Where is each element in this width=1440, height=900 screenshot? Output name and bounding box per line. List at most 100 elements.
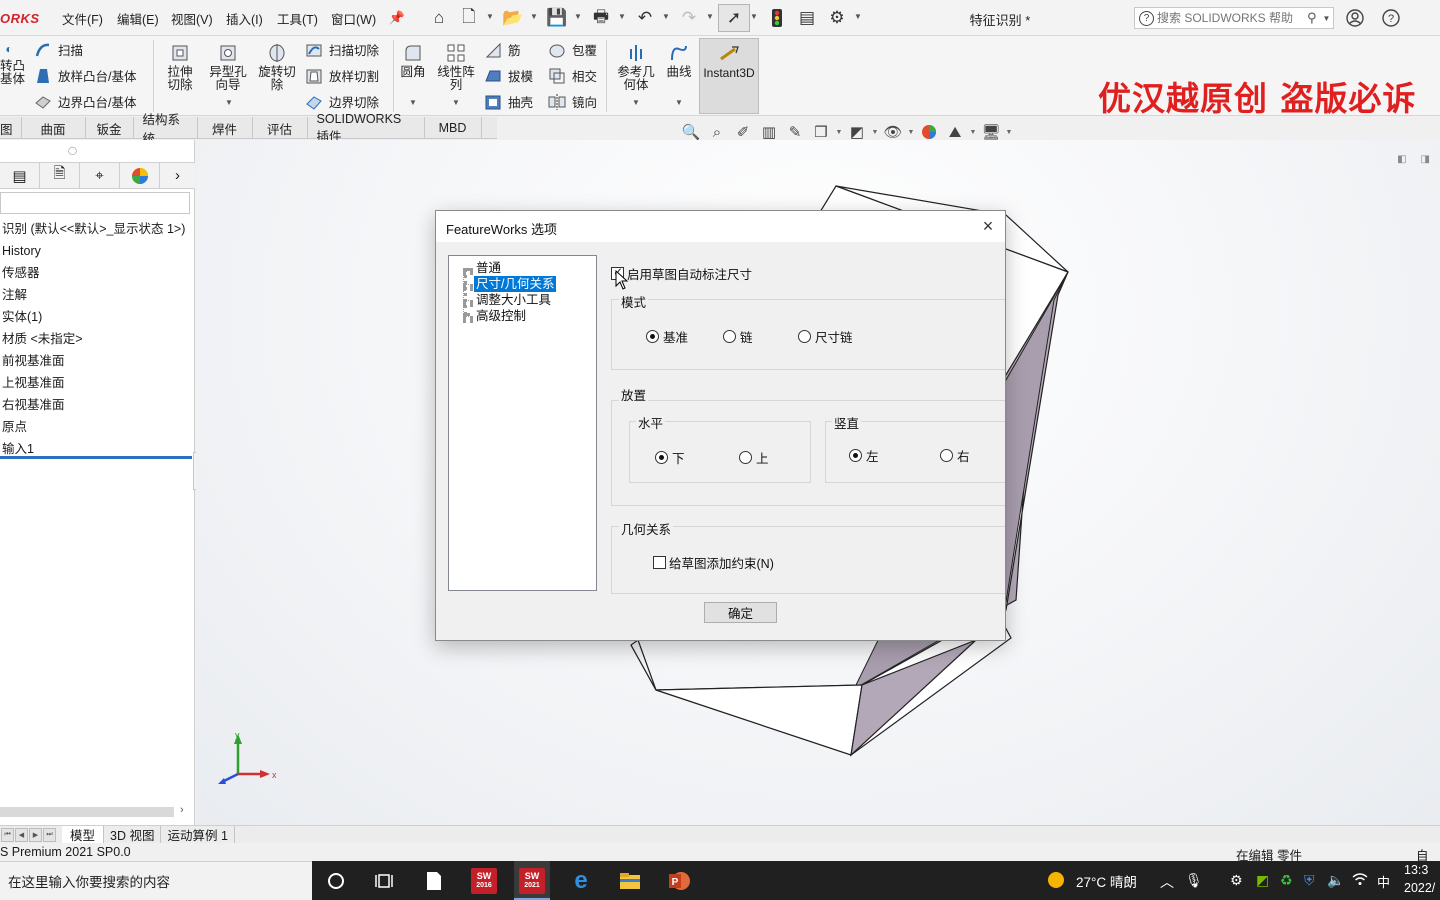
mirror-button[interactable]: 镜向 xyxy=(548,92,597,111)
hole-wizard-dropdown-icon[interactable]: ▼ xyxy=(225,98,233,107)
menu-window[interactable]: 窗口(W) xyxy=(331,0,376,36)
wrap-button[interactable]: 包覆 xyxy=(548,40,597,59)
undo-dropdown-icon[interactable]: ▼ xyxy=(662,12,670,21)
defender-shield-icon[interactable]: ⛨ xyxy=(1304,872,1315,889)
tree-item-solid-bodies[interactable]: 实体(1) xyxy=(0,306,195,328)
options-tree-advanced-control[interactable]: 高级控制 xyxy=(474,308,528,324)
zoom-to-area-icon[interactable]: ⌕ xyxy=(704,121,730,143)
volume-icon[interactable]: 🔈 xyxy=(1327,872,1344,889)
tree-filter-input[interactable] xyxy=(0,192,190,214)
hide-show-dropdown-icon[interactable]: ▼ xyxy=(906,129,916,136)
view-orientation-dropdown-icon[interactable]: ▼ xyxy=(834,129,844,136)
view-settings-dropdown-icon[interactable]: ▼ xyxy=(1004,129,1014,136)
hole-wizard-button[interactable]: 异型孔向导 xyxy=(205,42,251,92)
property-manager-icon[interactable]: 🗎 xyxy=(40,163,80,188)
options-tree-resize-tools[interactable]: 调整大小工具 xyxy=(474,292,553,308)
apply-scene-dropdown-icon[interactable]: ▼ xyxy=(968,129,978,136)
select-dropdown-icon[interactable]: ▼ xyxy=(750,12,758,21)
file-properties-icon[interactable]: ▤ xyxy=(796,7,818,29)
ok-button[interactable]: 确定 xyxy=(704,602,777,623)
tab-structure-system[interactable]: 结构系统 xyxy=(134,113,198,146)
show-hidden-icons-chevron-icon[interactable]: ︿ xyxy=(1160,872,1174,892)
ime-indicator[interactable]: 中 xyxy=(1377,872,1390,891)
fillet-dropdown-icon[interactable]: ▼ xyxy=(409,98,417,107)
redo-dropdown-icon[interactable]: ▼ xyxy=(706,12,714,21)
feature-manager-tree-icon[interactable]: ▤ xyxy=(0,163,40,188)
tab-sheet-metal[interactable]: 钣金 xyxy=(86,117,134,139)
configuration-manager-icon[interactable]: ⌖ xyxy=(80,163,120,188)
curves-button[interactable]: 曲线 xyxy=(662,42,696,79)
tab-surfaces[interactable]: 曲面 xyxy=(22,117,86,139)
hide-show-items-icon[interactable]: 👁 xyxy=(880,121,906,143)
horizontal-option-above[interactable]: 上 xyxy=(739,448,769,467)
horizontal-above-radio[interactable] xyxy=(739,451,752,464)
add-constraints-checkbox[interactable] xyxy=(653,556,666,569)
vertical-right-radio[interactable] xyxy=(940,449,953,462)
viewport-split-icon[interactable]: ◧ xyxy=(1397,154,1406,165)
display-style-icon[interactable]: ◩ xyxy=(844,121,870,143)
scroll-right-arrow-icon[interactable]: › xyxy=(180,804,184,816)
tree-item-right-plane[interactable]: 右视基准面 xyxy=(0,394,195,416)
mode-option-chain[interactable]: 链 xyxy=(723,327,753,346)
draft-button[interactable]: 拔模 xyxy=(484,66,533,85)
instant3d-button[interactable]: Instant3D xyxy=(699,38,759,114)
zoom-to-fit-icon[interactable]: 🔍 xyxy=(678,121,704,143)
taskbar-search-box[interactable]: 在这里输入你要搜索的内容 xyxy=(0,861,312,900)
rollback-bar[interactable] xyxy=(0,456,192,459)
mode-chain-radio[interactable] xyxy=(723,330,736,343)
last-tab-arrow-icon[interactable]: ⏭ xyxy=(43,827,56,842)
curves-dropdown-icon[interactable]: ▼ xyxy=(675,98,683,107)
shell-button[interactable]: 抽壳 xyxy=(484,92,533,111)
horizontal-option-below[interactable]: 下 xyxy=(655,448,685,467)
vertical-left-radio[interactable] xyxy=(849,449,862,462)
user-account-icon[interactable] xyxy=(1344,7,1366,29)
tab-motion-study-1[interactable]: 运动算例 1 xyxy=(161,826,235,843)
scrollbar-track[interactable] xyxy=(0,807,174,817)
boundary-cut-button[interactable]: 边界切除 xyxy=(305,92,379,111)
section-view-icon[interactable]: ▥ xyxy=(756,121,782,143)
vertical-option-right[interactable]: 右 xyxy=(940,446,970,465)
options-tree-dimensions-relations[interactable]: 尺寸/几何关系 xyxy=(474,276,557,292)
select-arrow-icon[interactable]: ➚ xyxy=(718,4,750,32)
help-search-box[interactable]: ? ⚲ ▼ xyxy=(1134,7,1334,29)
display-manager-icon[interactable] xyxy=(120,163,160,188)
undo-icon[interactable]: ↶ xyxy=(634,7,656,29)
view-settings-icon[interactable]: 🖥 xyxy=(978,121,1004,143)
mode-dimension-chain-radio[interactable] xyxy=(798,330,811,343)
notepad-icon[interactable] xyxy=(420,867,448,895)
menu-view[interactable]: 视图(V) xyxy=(171,0,213,36)
solidworks-2021-taskbar-icon[interactable]: SW 2021 xyxy=(518,867,546,895)
reference-geometry-button[interactable]: 参考几何体 xyxy=(612,42,660,92)
horizontal-below-radio[interactable] xyxy=(655,451,668,464)
redo-icon[interactable]: ↷ xyxy=(678,7,700,29)
tree-item-origin[interactable]: 原点 xyxy=(0,416,195,438)
tree-item-annotations[interactable]: 注解 xyxy=(0,284,195,306)
internet-explorer-icon[interactable]: e xyxy=(567,867,595,895)
wifi-icon[interactable] xyxy=(1352,872,1368,889)
dialog-title-bar[interactable]: FeatureWorks 选项 × xyxy=(436,211,1005,242)
save-dropdown-icon[interactable]: ▼ xyxy=(574,12,582,21)
swept-cut-button[interactable]: 扫描切除 xyxy=(305,40,379,59)
dynamic-annotation-icon[interactable]: ✎ xyxy=(782,121,808,143)
first-tab-arrow-icon[interactable]: ⏮ xyxy=(1,827,14,842)
viewport-maximize-icon[interactable]: ◨ xyxy=(1421,154,1430,165)
loft-boss-button[interactable]: 放样凸台/基体 xyxy=(34,66,136,85)
tab-weldments[interactable]: 焊件 xyxy=(198,117,253,139)
search-icon[interactable]: ⚲ xyxy=(1307,10,1317,26)
help-search-input[interactable] xyxy=(1157,11,1307,25)
powerpoint-icon[interactable]: P xyxy=(665,867,693,895)
nvidia-icon[interactable]: ◩ xyxy=(1256,872,1269,889)
auto-dimension-option[interactable]: 启用草图自动标注尺寸 xyxy=(611,264,752,283)
prev-tab-arrow-icon[interactable]: ◀ xyxy=(15,827,28,842)
tree-item-material[interactable]: 材质 <未指定> xyxy=(0,328,195,350)
vertical-option-left[interactable]: 左 xyxy=(849,446,879,465)
weather-sun-icon[interactable] xyxy=(1046,870,1066,893)
tree-item-history[interactable]: History xyxy=(0,240,195,262)
menu-edit[interactable]: 编辑(E) xyxy=(117,0,159,36)
tree-item-sensors[interactable]: 传感器 xyxy=(0,262,195,284)
clock-date[interactable]: 2022/ xyxy=(1404,881,1440,895)
apply-scene-icon[interactable]: ⛰ xyxy=(942,121,968,143)
security-app-icon[interactable]: ♻ xyxy=(1280,872,1293,889)
sweep-button[interactable]: 扫描 xyxy=(34,40,83,59)
menu-insert[interactable]: 插入(I) xyxy=(226,0,263,36)
